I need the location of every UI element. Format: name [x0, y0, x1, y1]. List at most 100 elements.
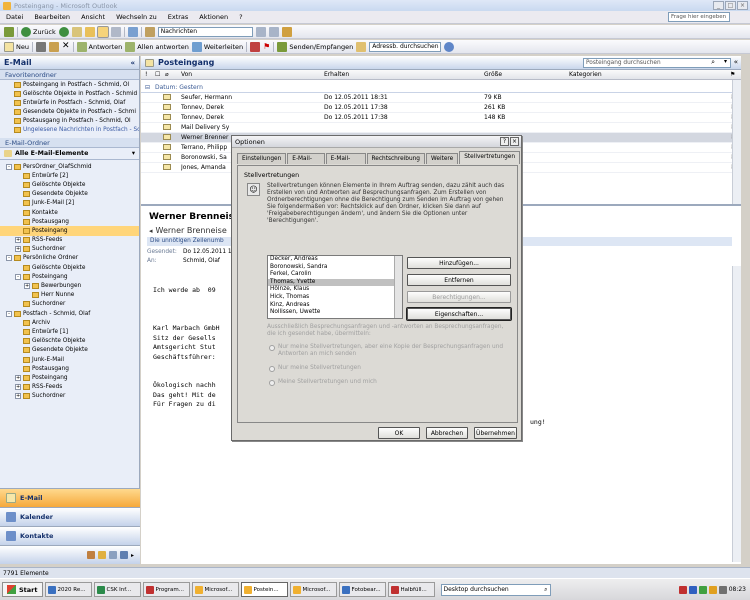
favorite-item[interactable]: Gesendete Objekte in Postfach - Schmi [0, 107, 139, 116]
list-scrollbar[interactable] [732, 80, 741, 204]
delegates-scrollbar[interactable] [394, 256, 402, 318]
delegate-item[interactable]: Decker, Andreas [268, 256, 402, 264]
icon-column-icon[interactable]: ☐ [155, 71, 160, 78]
folder-list-icon[interactable] [84, 26, 95, 37]
layout-icon[interactable] [255, 26, 266, 37]
send-receive-small-icon[interactable] [4, 26, 14, 37]
reply-button[interactable]: Antworten [76, 41, 122, 52]
delegate-item[interactable]: Boronowski, Sandra [268, 264, 402, 272]
reading-pane-icon[interactable] [96, 25, 109, 38]
delegates-listbox[interactable]: Decker, Andreas Boronowski, Sandra Ferkel,… [267, 255, 403, 319]
folder-tree-item[interactable]: Entwürfe [1] [0, 327, 139, 336]
address-book-icon[interactable] [356, 41, 367, 52]
tray-icon-1[interactable] [678, 585, 687, 594]
folder-tree-item[interactable]: Junk-E-Mail [0, 355, 139, 364]
new-button[interactable]: Neu [4, 41, 29, 52]
menu-help[interactable]: ? [239, 13, 242, 21]
table-row[interactable]: Seufer, HermannDo 12.05.2011 18:3179 KB⚐ [141, 93, 741, 103]
expand-icon[interactable]: + [15, 237, 21, 244]
expand-icon[interactable]: - [6, 163, 12, 170]
menu-wechseln-zu[interactable]: Wechseln zu [116, 13, 157, 21]
undo-icon[interactable] [127, 26, 138, 37]
add-delegate-button[interactable]: Hinzufügen... [407, 257, 511, 269]
column-categories[interactable]: Kategorien [569, 71, 602, 78]
column-size[interactable]: Größe [484, 71, 502, 78]
flag-icon[interactable]: ⚑ [263, 42, 270, 51]
permissions-button[interactable]: Berechtigungen... [407, 291, 511, 303]
folder-tree-item[interactable]: - PersOrdner_OlafSchmid [0, 162, 139, 171]
taskbar-task[interactable]: Microsof... [289, 582, 337, 597]
menu-extras[interactable]: Extras [168, 13, 189, 21]
delete-icon[interactable]: ✕ [62, 42, 70, 51]
table-row[interactable]: Tonnev, DerekDo 12.05.2011 17:38148 KB⚐ [141, 113, 741, 123]
delegate-item[interactable]: Kinz, Andreas [268, 302, 402, 310]
tab-email-format[interactable]: E-Mail-Format [325, 153, 366, 172]
nav-button-contacts[interactable]: Kontakte [0, 526, 140, 545]
tab-email-setup[interactable]: E-Mail-Setup [287, 153, 325, 172]
help-icon[interactable] [444, 41, 455, 52]
reply-all-button[interactable]: Allen antworten [125, 41, 189, 52]
folder-tree-item[interactable]: Postausgang [0, 217, 139, 226]
forward-button[interactable]: Weiterleiten [191, 41, 243, 52]
favorite-item[interactable]: Posteingang in Postfach - Schmid, Ol [0, 80, 139, 89]
delegate-item[interactable]: Hick, Thomas [268, 294, 402, 302]
ok-button[interactable]: OK [378, 427, 420, 439]
remove-delegate-button[interactable]: Entfernen [407, 274, 511, 286]
favorite-item[interactable]: Ungelesene Nachrichten in Postfach - Sch [0, 125, 139, 134]
radio-delegates-copy[interactable]: Nur meine Stellvertretungen, aber eine K… [269, 344, 507, 358]
sender-expand-icon[interactable]: ◂ [149, 227, 153, 235]
table-row[interactable]: Tonnev, DerekDo 12.05.2011 17:38261 KB⚐ [141, 103, 741, 113]
folder-icon[interactable] [97, 551, 106, 559]
start-button[interactable]: Start [2, 582, 43, 597]
expand-icon[interactable]: - [6, 255, 12, 262]
desktop-search-input[interactable]: Desktop durchsuchen ⌕ [440, 583, 551, 596]
configure-buttons-icon[interactable]: ▸ [131, 552, 134, 559]
taskbar-task[interactable]: Microsof... [191, 582, 239, 597]
table-row[interactable]: Mail Delivery Sy⚐ [141, 123, 741, 133]
importance-column-icon[interactable]: ! [145, 71, 147, 78]
folder-tree-item[interactable]: Junk-E-Mail [2] [0, 199, 139, 208]
folder-tree-item[interactable]: - Posteingang [0, 272, 139, 281]
address-book-search[interactable]: Adressb. durchsuchen [369, 41, 442, 52]
radio-delegates-only[interactable]: Nur meine Stellvertretungen [269, 365, 507, 372]
split-icon[interactable] [268, 26, 279, 37]
dialog-help-button[interactable]: ? [500, 137, 509, 146]
properties-button[interactable]: Eigenschaften... [406, 307, 512, 321]
dialog-close-button[interactable]: × [510, 137, 519, 146]
cancel-button[interactable]: Abbrechen [426, 427, 468, 439]
reading-sender[interactable]: Werner Brenneise [156, 226, 227, 235]
search-options-icon[interactable]: ▾ [724, 58, 727, 65]
favorite-item[interactable]: Gelöschte Objekte in Postfach - Schmid [0, 89, 139, 98]
folder-tree-item[interactable]: Gelöschte Objekte [0, 337, 139, 346]
minimize-button[interactable]: _ [713, 1, 724, 10]
tray-icon-4[interactable] [708, 585, 717, 594]
print-icon[interactable] [35, 41, 46, 52]
tray-icon-5[interactable] [718, 585, 727, 594]
taskbar-task[interactable]: Postein... [240, 582, 288, 597]
search-icon[interactable]: ⌕ [711, 58, 715, 67]
tab-rechtschreibung[interactable]: Rechtschreibung [366, 153, 425, 164]
delegate-item[interactable]: Ferkel, Carolin [268, 271, 402, 279]
tab-weitere[interactable]: Weitere [426, 153, 459, 164]
folder-tree-item[interactable]: Gesendete Objekte [0, 346, 139, 355]
group-collapse-icon[interactable]: ⊟ [145, 84, 150, 91]
attachment-column-icon[interactable]: ⌀ [165, 71, 169, 78]
folder-tree-item[interactable]: Suchordner [0, 300, 139, 309]
expand-icon[interactable]: + [15, 384, 21, 391]
expand-icon[interactable]: - [6, 310, 12, 317]
folder-tree-item[interactable]: Posteingang [0, 226, 139, 236]
folder-tree-item[interactable]: Gesendete Objekte [0, 190, 139, 199]
folder-tree-item[interactable]: Herr Nunne [0, 291, 139, 300]
delegate-item[interactable]: Nollissen, Uwette [268, 309, 402, 317]
group-header[interactable]: ⊟ Datum: Gestern [141, 83, 741, 93]
shortcuts-icon[interactable] [108, 551, 117, 559]
to-value[interactable]: Schmid, Olaf [183, 258, 220, 264]
options-icon[interactable] [281, 26, 292, 37]
taskbar-task[interactable]: 2020 Re... [44, 582, 92, 597]
menu-bearbeiten[interactable]: Bearbeiten [34, 13, 70, 21]
expand-search-icon[interactable]: « [734, 58, 738, 66]
apply-button[interactable]: Übernehmen [474, 427, 517, 439]
favorite-item[interactable]: Postausgang in Postfach - Schmid, Ol [0, 116, 139, 125]
forward-arrow-icon[interactable] [58, 26, 69, 37]
folder-up-icon[interactable] [71, 26, 82, 37]
